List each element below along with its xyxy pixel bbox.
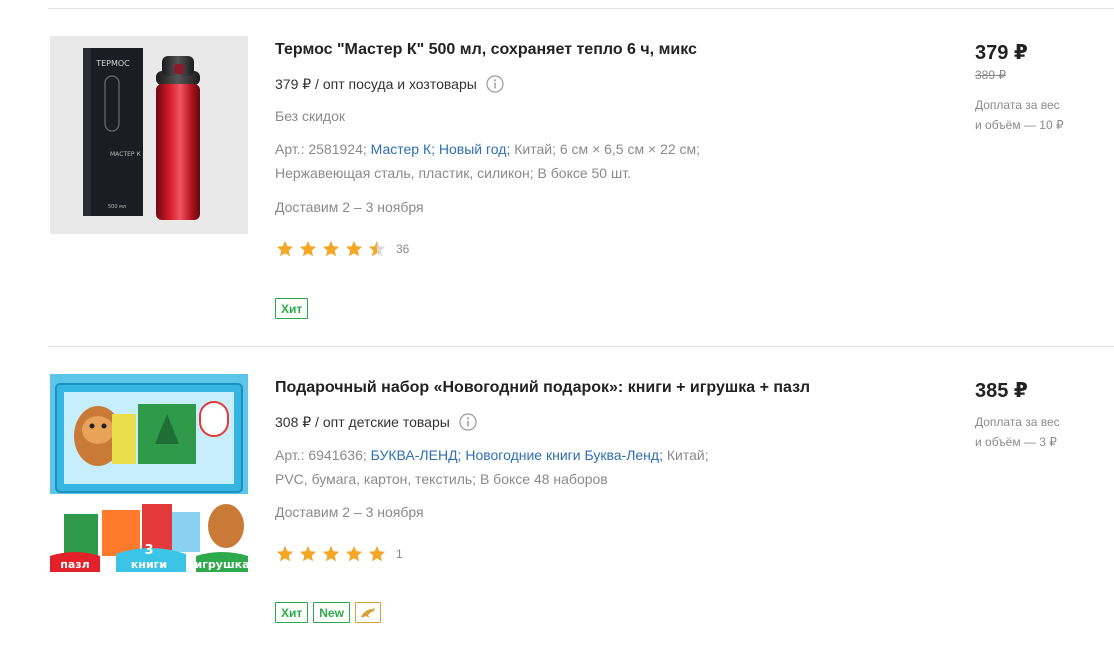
delivery-info: Доставим 2 – 3 ноября (275, 504, 424, 520)
surcharge-line-1: Доплата за вес (975, 415, 1060, 429)
star-icon (323, 546, 339, 562)
article-number: Арт.: 2581924; (275, 141, 367, 157)
image-label-toy: игрушка (194, 558, 248, 571)
box-label-text: ТЕРМОС (95, 59, 130, 68)
weight-surcharge: Доплата за вес и объём — 3 ₽ (975, 412, 1085, 452)
dimensions: 6 см × 6,5 см × 22 см; (559, 141, 701, 157)
star-icon (300, 546, 316, 562)
collection-link[interactable]: Новогодние книги Буква-Ленд; (465, 447, 663, 463)
star-icon (346, 546, 362, 562)
box-quantity: В боксе 50 шт. (537, 165, 631, 181)
old-price: 389 ₽ (975, 68, 1006, 82)
product-image[interactable]: ТЕРМОС МАСТЕР К 500 мл (50, 36, 248, 234)
delivery-info: Доставим 2 – 3 ноября (275, 199, 424, 215)
wholesale-text: 308 ₽ / опт детские товары (275, 413, 450, 430)
product-card: ТЕРМОС МАСТЕР К 500 мл Термос "Мастер К"… (0, 0, 1114, 346)
article-number: Арт.: 6941636; (275, 447, 367, 463)
product-card: пазл 3 книги игрушка Подарочный набор «Н… (0, 346, 1114, 650)
discount-note: Без скидок (275, 108, 345, 124)
material: PVC, бумага, картон, текстиль; (275, 471, 477, 487)
badge-group: Хит New (275, 602, 381, 623)
star-icon (323, 241, 339, 257)
review-count[interactable]: 36 (396, 242, 409, 256)
star-icon (277, 241, 293, 257)
badge-new[interactable]: New (313, 602, 350, 623)
product-meta: Арт.: 6941636; БУКВА-ЛЕНД; Новогодние кн… (275, 443, 709, 491)
star-icon (300, 241, 316, 257)
surcharge-line-2: и объём — 3 ₽ (975, 435, 1057, 449)
image-label-puzzle: пазл (60, 558, 89, 571)
product-title[interactable]: Подарочный набор «Новогодний подарок»: к… (275, 379, 810, 397)
meta-line-2: Нержавеющая сталь, пластик, силикон; В б… (275, 161, 700, 185)
svg-text:500 мл: 500 мл (108, 204, 126, 210)
surcharge-line-1: Доплата за вес (975, 98, 1060, 112)
brand-link[interactable]: Мастер К; (371, 141, 435, 157)
product-title[interactable]: Термос "Мастер К" 500 мл, сохраняет тепл… (275, 41, 697, 59)
badge-icon[interactable] (354, 602, 381, 623)
dolphin-icon (359, 606, 377, 620)
weight-surcharge: Доплата за вес и объём — 10 ₽ (975, 95, 1085, 135)
badge-hit[interactable]: Хит (275, 602, 309, 623)
star-icon (277, 546, 293, 562)
collection-link[interactable]: Новый год; (439, 141, 510, 157)
wholesale-text: 379 ₽ / опт посуда и хозтовары (275, 75, 477, 92)
svg-text:МАСТЕР К: МАСТЕР К (110, 151, 141, 158)
meta-line-2: PVC, бумага, картон, текстиль; В боксе 4… (275, 467, 709, 491)
star-icon (369, 546, 385, 562)
rating[interactable]: 1 (275, 545, 403, 563)
price: 379 ₽ (975, 42, 1028, 64)
brand-link[interactable]: БУКВА-ЛЕНД; (371, 447, 462, 463)
wholesale-price: 308 ₽ / опт детские товары (275, 413, 477, 431)
info-icon[interactable] (486, 75, 504, 93)
image-label-books: книги (131, 558, 167, 571)
review-count[interactable]: 1 (396, 547, 403, 561)
star-icon (369, 241, 385, 257)
product-image[interactable]: пазл 3 книги игрушка (50, 374, 248, 572)
country: Китай; (514, 141, 556, 157)
badge-hit[interactable]: Хит (275, 298, 309, 319)
material: Нержавеющая сталь, пластик, силикон; (275, 165, 534, 181)
price: 385 ₽ (975, 380, 1028, 402)
meta-line-1: Арт.: 2581924; Мастер К; Новый год; Кита… (275, 137, 700, 161)
wholesale-price: 379 ₽ / опт посуда и хозтовары (275, 75, 504, 93)
product-meta: Арт.: 2581924; Мастер К; Новый год; Кита… (275, 137, 700, 185)
surcharge-line-2: и объём — 10 ₽ (975, 118, 1064, 132)
box-quantity: В боксе 48 наборов (479, 471, 608, 487)
image-label-books-count: 3 (144, 543, 153, 558)
meta-line-1: Арт.: 6941636; БУКВА-ЛЕНД; Новогодние кн… (275, 443, 709, 467)
badge-group: Хит (275, 298, 309, 319)
star-icon (346, 241, 362, 257)
rating[interactable]: 36 (275, 240, 409, 258)
country: Китай; (666, 447, 709, 463)
info-icon[interactable] (459, 413, 477, 431)
